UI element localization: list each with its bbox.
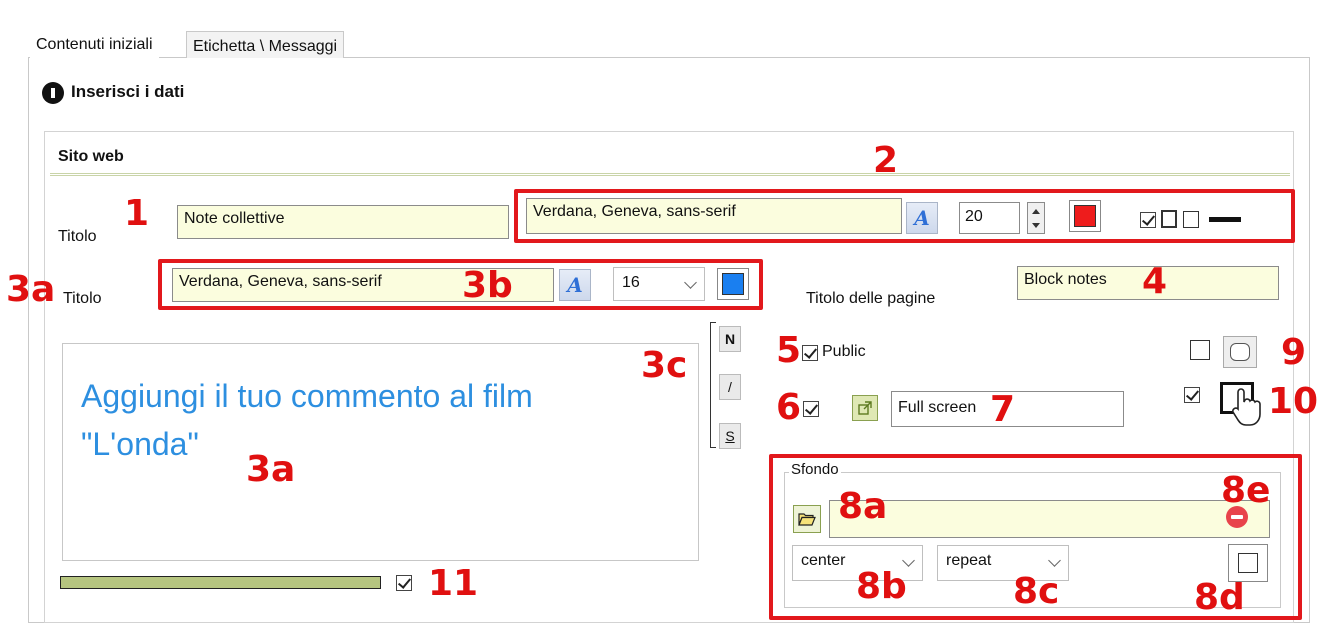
annotation-9: 9 (1281, 332, 1307, 373)
fullscreen-popout-button[interactable] (852, 395, 878, 421)
repeat-value: repeat (946, 552, 992, 569)
annotation-6: 6 (776, 387, 802, 428)
rounded-toggle-checkbox[interactable] (1190, 340, 1210, 360)
annotation-7: 7 (990, 389, 1016, 430)
annotation-10: 10 (1268, 381, 1319, 422)
italic-button[interactable]: / (719, 374, 741, 400)
annotation-4: 4 (1142, 261, 1168, 302)
annotation-3c: 3c (641, 345, 688, 386)
public-checkbox[interactable] (802, 345, 818, 361)
title-input[interactable]: Note collettive (177, 205, 509, 239)
strike-button[interactable]: S (719, 423, 741, 449)
annotation-8b: 8b (856, 566, 907, 607)
style-buttons-bracket (710, 322, 716, 448)
annotation-3a-left: 3a (6, 269, 56, 310)
annotation-2: 2 (873, 140, 899, 181)
annotation-8e: 8e (1221, 470, 1271, 511)
annotation-3b: 3b (462, 265, 513, 306)
annotation-8a: 8a (838, 486, 888, 527)
empty-color-chip (1238, 553, 1258, 573)
page-title-label: Titolo delle pagine (806, 290, 936, 307)
tab-contenuti-iniziali[interactable]: Contenuti iniziali (30, 30, 159, 58)
annotation-box-3b (158, 259, 763, 310)
background-image-input[interactable] (829, 500, 1270, 538)
hand-cursor-icon (1232, 388, 1261, 426)
tab-etichetta-messaggi[interactable]: Etichetta \ Messaggi (186, 31, 345, 58)
background-legend: Sfondo (789, 461, 841, 478)
panel-title: Sito web (58, 148, 124, 165)
public-label: Public (822, 343, 866, 360)
open-folder-button[interactable] (793, 505, 821, 533)
annotation-3a-area: 3a (246, 449, 296, 490)
annotation-5: 5 (776, 330, 802, 371)
annotation-8d: 8d (1194, 577, 1245, 618)
annotation-1: 1 (124, 193, 150, 234)
annotation-box-2 (514, 189, 1295, 243)
accent-color-bar[interactable] (60, 576, 381, 589)
fullscreen-checkbox[interactable] (803, 401, 819, 417)
folder-icon (798, 513, 816, 526)
panel-title-rule (50, 173, 1290, 176)
annotation-11: 11 (428, 563, 479, 604)
accent-bar-checkbox[interactable] (396, 575, 412, 591)
rounded-square-icon (1230, 343, 1250, 361)
popout-icon (858, 401, 872, 415)
comment-preview-area[interactable]: Aggiungi il tuo commento al film "L'onda… (62, 343, 699, 561)
subtitle-label: Titolo (63, 290, 102, 307)
bold-button[interactable]: N (719, 326, 741, 352)
step-label: Inserisci i dati (71, 82, 185, 101)
chevron-down-icon (902, 554, 915, 567)
comment-line-2: "L'onda" (81, 426, 199, 462)
shadow-checkbox[interactable] (1184, 387, 1200, 403)
title-label: Titolo (58, 228, 97, 245)
annotation-8c: 8c (1013, 571, 1060, 612)
position-value: center (801, 552, 846, 569)
step-one-icon (42, 82, 64, 104)
comment-line-1: Aggiungi il tuo commento al film (81, 378, 533, 414)
chevron-down-icon (1048, 554, 1061, 567)
rounded-corner-button[interactable] (1223, 336, 1257, 368)
